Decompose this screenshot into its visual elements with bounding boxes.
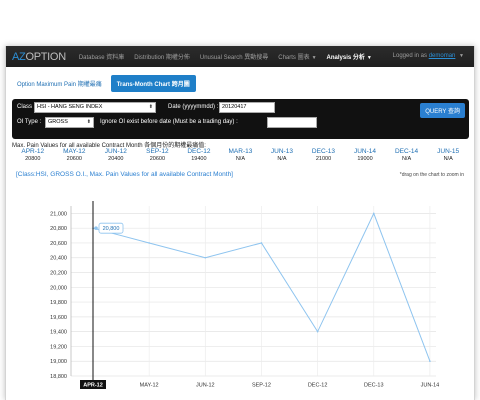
x-tick-label: APR-12 <box>83 383 103 389</box>
x-tick-label: MAY-12 <box>140 383 159 389</box>
data-point <box>148 242 150 244</box>
y-tick-label: 20,400 <box>50 256 67 262</box>
page-frame: AZOPTION Database 資料庫 Distribution 期權分佈 … <box>5 46 475 400</box>
y-tick-label: 20,800 <box>50 226 67 232</box>
data-point <box>316 330 319 333</box>
y-tick-label: 20,200 <box>50 271 67 277</box>
line-chart[interactable]: 21,000 20,800 20,600 20,400 20,200 20,000 19,8… <box>6 46 475 400</box>
y-tick-label: 19,000 <box>50 359 67 365</box>
x-tick-label: SEP-12 <box>252 383 271 389</box>
data-point <box>204 256 207 259</box>
tooltip-value: 20,800 <box>103 226 120 232</box>
data-point <box>260 242 263 244</box>
y-tick-label: 19,600 <box>50 315 67 321</box>
y-tick-label: 20,600 <box>50 241 67 247</box>
data-point <box>429 360 431 363</box>
y-tick-label: 18,800 <box>50 374 67 380</box>
hover-marker <box>94 226 98 230</box>
x-tick-label: DEC-12 <box>308 383 328 389</box>
x-tick-label: DEC-13 <box>364 383 384 389</box>
data-point <box>372 212 375 215</box>
x-tick-label: JUN-14 <box>421 383 440 389</box>
y-tick-label: 19,800 <box>50 300 67 306</box>
y-tick-label: 21,000 <box>50 211 67 217</box>
y-tick-label: 20,000 <box>50 285 67 291</box>
y-tick-label: 19,200 <box>50 344 67 350</box>
x-tick-label: JUN-12 <box>196 383 215 389</box>
y-tick-label: 19,400 <box>50 330 67 336</box>
